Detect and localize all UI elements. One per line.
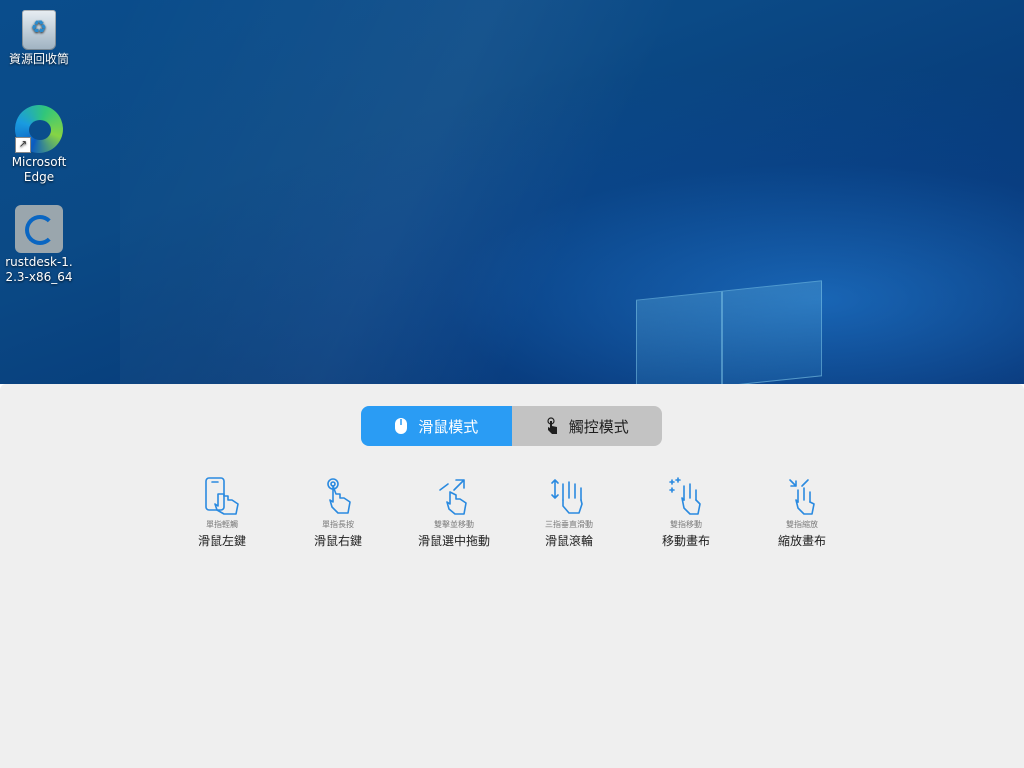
tab-mouse-mode[interactable]: 滑鼠模式 bbox=[361, 406, 512, 446]
long-press-icon bbox=[327, 478, 351, 514]
gesture-item: 雙擊並移動 滑鼠選中拖動 bbox=[399, 476, 509, 549]
mode-toggle: 滑鼠模式 觸控模式 bbox=[361, 406, 662, 446]
desktop-icon-edge[interactable]: ↗ Microsoft Edge bbox=[4, 105, 74, 185]
double-tap-drag-icon bbox=[439, 479, 467, 515]
touch-icon bbox=[547, 417, 557, 434]
desktop-icon-rustdesk[interactable]: rustdesk-1.2.3-x86_64 bbox=[4, 205, 74, 285]
gesture-item: 三指垂直滑動 滑鼠滾輪 bbox=[514, 476, 624, 549]
tab-label: 滑鼠模式 bbox=[418, 417, 479, 436]
windows-logo-graphic bbox=[636, 280, 822, 384]
tab-touch-mode[interactable]: 觸控模式 bbox=[511, 406, 662, 446]
gesture-hint: 雙擊並移動 bbox=[434, 520, 474, 529]
gesture-hint: 單指輕觸 bbox=[206, 520, 238, 529]
mouse-icon bbox=[395, 418, 408, 434]
gesture-action: 滑鼠選中拖動 bbox=[417, 534, 490, 548]
edge-icon: ↗ bbox=[15, 105, 63, 153]
gesture-hint: 單指長按 bbox=[322, 520, 354, 529]
gesture-item: 單指輕觸 滑鼠左鍵 bbox=[167, 476, 277, 549]
shortcut-arrow-icon: ↗ bbox=[15, 137, 31, 153]
gesture-item: 單指長按 滑鼠右鍵 bbox=[283, 476, 393, 549]
gesture-hint: 雙指縮放 bbox=[786, 520, 818, 529]
gesture-action: 滑鼠左鍵 bbox=[197, 534, 246, 548]
gesture-item: 雙指縮放 縮放畫布 bbox=[747, 476, 857, 549]
gesture-hint: 雙指移動 bbox=[670, 520, 702, 529]
desktop-wallpaper: ♻ 資源回收筒 ↗ Microsoft Edge rustdesk-1.2.3-… bbox=[0, 0, 1024, 384]
gesture-action: 滑鼠右鍵 bbox=[313, 534, 362, 548]
single-tap-icon bbox=[205, 477, 239, 515]
two-finger-pan-icon bbox=[669, 477, 701, 515]
gesture-hint: 三指垂直滑動 bbox=[545, 520, 593, 529]
desktop-icon-label: 資源回收筒 bbox=[8, 52, 69, 66]
gesture-action: 縮放畫布 bbox=[777, 534, 826, 548]
gesture-action: 移動畫布 bbox=[661, 534, 710, 548]
gesture-action: 滑鼠滾輪 bbox=[544, 534, 593, 548]
desktop-icon-recycle-bin[interactable]: ♻ 資源回收筒 bbox=[4, 6, 74, 67]
recycle-bin-icon: ♻ bbox=[22, 10, 56, 50]
three-finger-scroll-icon bbox=[551, 479, 583, 514]
pinch-zoom-icon bbox=[789, 479, 815, 515]
gesture-help-panel: 滑鼠模式 觸控模式 單指輕觸 滑鼠左鍵 單指長按 滑鼠右鍵 雙擊並移動 滑鼠選中… bbox=[0, 384, 1024, 768]
desktop-icon-label: rustdesk-1.2.3-x86_64 bbox=[5, 255, 73, 284]
rustdesk-icon bbox=[15, 205, 63, 253]
gesture-item: 雙指移動 移動畫布 bbox=[631, 476, 741, 549]
tab-label: 觸控模式 bbox=[568, 417, 629, 436]
desktop-icon-label: Microsoft Edge bbox=[11, 155, 67, 184]
